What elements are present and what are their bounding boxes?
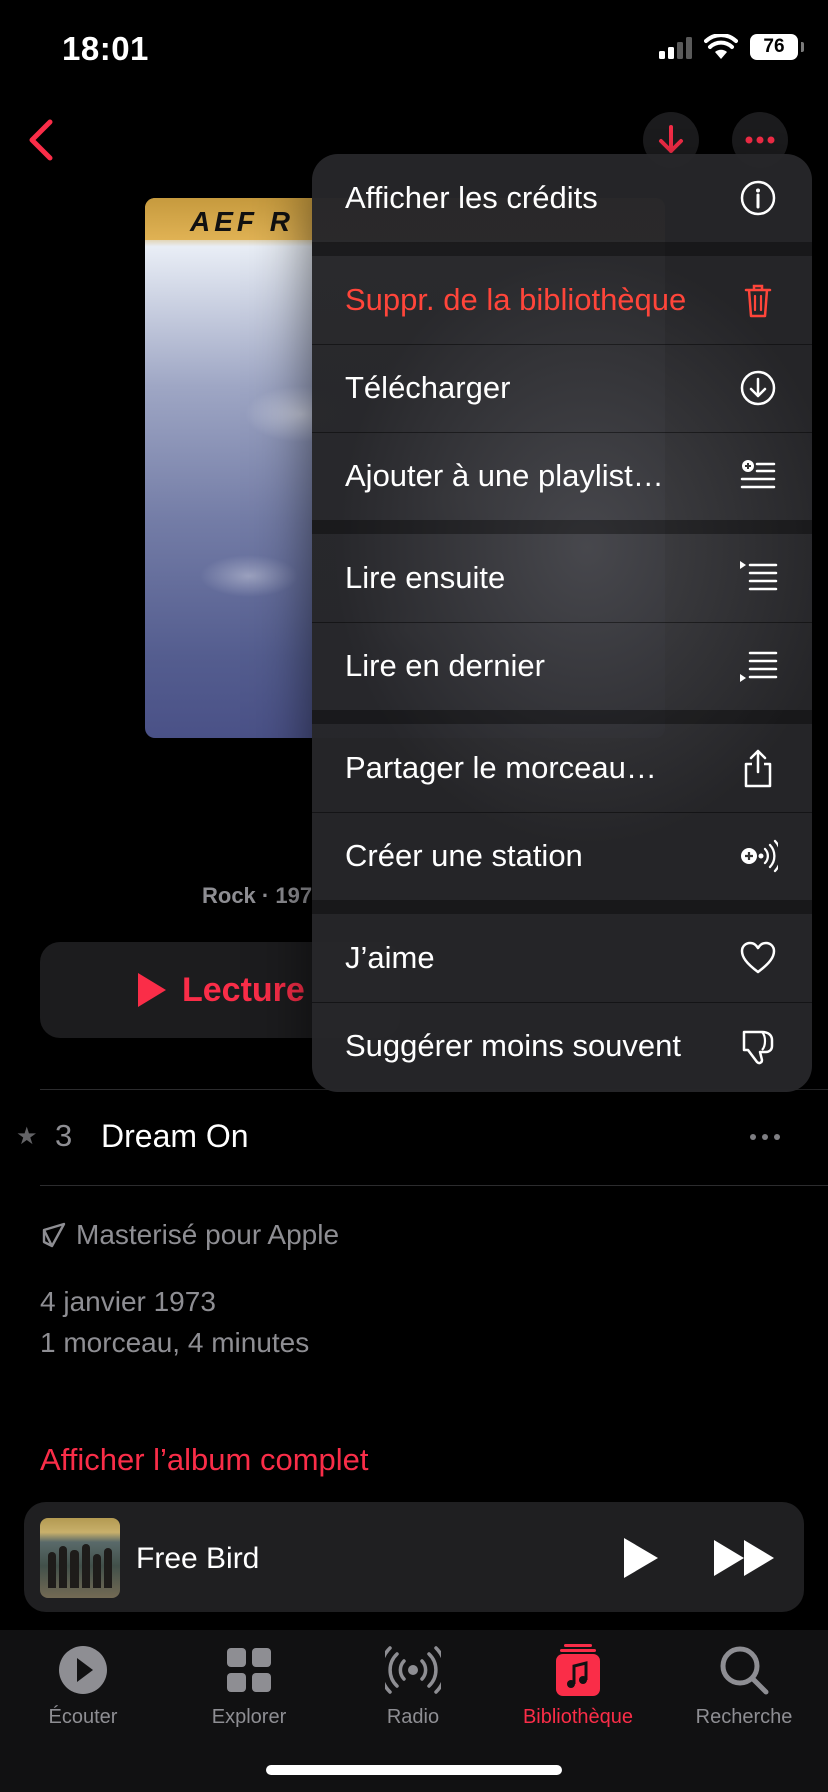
tab-browse[interactable]: Explorer: [166, 1630, 332, 1729]
status-indicators: 76: [659, 34, 804, 60]
battery-icon: 76: [750, 34, 804, 60]
mastered-badge-icon: [42, 1222, 66, 1248]
home-indicator: [266, 1765, 562, 1775]
menu-item-label: Créer une station: [345, 838, 583, 873]
share-icon: [744, 749, 772, 788]
show-full-album-link[interactable]: Afficher l’album complet: [40, 1442, 369, 1478]
tab-search[interactable]: Recherche: [661, 1630, 827, 1729]
mini-player[interactable]: Free Bird: [24, 1502, 804, 1612]
menu-item-label: Ajouter à une playlist…: [345, 458, 664, 493]
mini-player-title: Free Bird: [136, 1542, 260, 1575]
divider: [40, 1185, 828, 1186]
genre-year: Rock · 197: [202, 883, 313, 908]
menu-item-share-song[interactable]: Partager le morceau…: [312, 724, 812, 812]
track-title: Dream On: [101, 1118, 249, 1154]
menu-item-label: Télécharger: [345, 370, 511, 405]
radio-waves-icon: [379, 1642, 447, 1698]
menu-item-label: Lire ensuite: [345, 560, 506, 595]
menu-item-label: J’aime: [345, 940, 435, 975]
menu-item-label: Suggérer moins souvent: [345, 1028, 682, 1063]
menu-item-show-credits[interactable]: Afficher les crédits: [312, 154, 812, 242]
tab-label: Bibliothèque: [522, 1706, 634, 1728]
play-icon: [138, 973, 166, 1007]
album-artwork-title: AEF R: [190, 206, 294, 237]
tab-library[interactable]: Bibliothèque: [495, 1630, 661, 1729]
thumbs-down-icon: [742, 1030, 774, 1065]
track-row[interactable]: ★ 3 Dream On: [0, 1090, 828, 1186]
add-to-playlist-icon: [740, 460, 776, 489]
menu-separator: [312, 900, 812, 914]
play-button-label: Lecture: [182, 970, 305, 1009]
create-station-icon: [741, 839, 778, 873]
track-more-button[interactable]: [750, 1134, 780, 1140]
star-icon: ★: [16, 1123, 38, 1150]
menu-separator: [312, 242, 812, 256]
tab-label: Écouter: [48, 1706, 118, 1728]
menu-item-add-to-playlist[interactable]: Ajouter à une playlist…: [312, 432, 812, 520]
menu-item-play-next[interactable]: Lire ensuite: [312, 534, 812, 622]
menu-item-label: Suppr. de la bibliothèque: [345, 282, 687, 317]
heart-icon: [740, 941, 776, 974]
track-number: 3: [55, 1118, 73, 1153]
menu-item-download[interactable]: Télécharger: [312, 344, 812, 432]
download-circle-icon: [740, 370, 776, 406]
back-button[interactable]: [22, 112, 62, 168]
menu-item-remove-from-library[interactable]: Suppr. de la bibliothèque: [312, 256, 812, 344]
menu-item-label: Lire en dernier: [345, 648, 545, 683]
menu-item-label: Afficher les crédits: [345, 180, 598, 215]
magnifier-icon: [716, 1642, 772, 1698]
tab-label: Explorer: [211, 1706, 287, 1728]
mini-player-play-button[interactable]: [624, 1538, 658, 1578]
release-date: 4 janvier 1973: [40, 1286, 216, 1317]
play-last-icon: [740, 651, 778, 682]
download-arrow-icon: [659, 125, 683, 153]
mini-player-forward-button[interactable]: [714, 1540, 774, 1576]
wifi-icon: [704, 34, 738, 59]
music-library-icon: [550, 1642, 606, 1698]
grid-icon: [221, 1642, 277, 1698]
menu-separator: [312, 520, 812, 534]
trash-icon: [744, 284, 772, 318]
play-next-icon: [740, 561, 778, 591]
menu-item-create-station[interactable]: Créer une station: [312, 812, 812, 900]
cellular-signal-icon: [659, 35, 692, 59]
track-count: 1 morceau, 4 minutes: [40, 1327, 310, 1358]
menu-item-label: Partager le morceau…: [345, 750, 657, 785]
menu-separator: [312, 710, 812, 724]
ellipsis-icon: [745, 136, 775, 144]
mastered-label: Masterisé pour Apple: [76, 1219, 340, 1250]
status-time: 18:01: [62, 30, 149, 67]
menu-item-play-last[interactable]: Lire en dernier: [312, 622, 812, 710]
tab-label: Radio: [386, 1706, 440, 1728]
mini-player-artwork: [40, 1518, 120, 1598]
tab-label: Recherche: [695, 1706, 793, 1728]
context-menu: Afficher les crédits Suppr. de la biblio…: [312, 154, 812, 1092]
play-circle-icon: [55, 1642, 111, 1698]
tab-radio[interactable]: Radio: [330, 1630, 496, 1729]
mastered-for-apple: Masterisé pour Apple: [40, 1219, 339, 1251]
info-icon: [740, 180, 776, 216]
menu-item-love[interactable]: J’aime: [312, 914, 812, 1002]
chevron-left-icon: [29, 119, 53, 161]
menu-item-suggest-less[interactable]: Suggérer moins souvent: [312, 1002, 812, 1090]
tab-listen[interactable]: Écouter: [0, 1630, 166, 1729]
